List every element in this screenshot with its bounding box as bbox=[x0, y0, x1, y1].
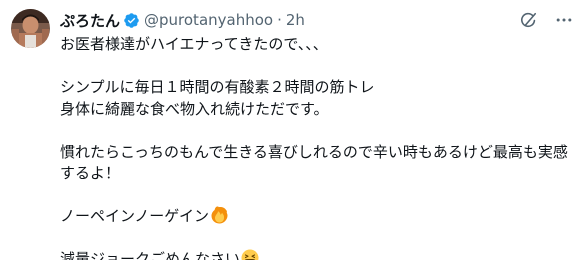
avatar[interactable] bbox=[11, 9, 50, 48]
tweet-line: 身体に綺麗な食べ物入れ続けただです。 bbox=[60, 99, 329, 118]
tweet-top-actions bbox=[518, 10, 574, 30]
tweet-text: お医者様達がハイエナってきたので、、、 シンプルに毎日１時間の有酸素２時間の筋ト… bbox=[60, 34, 572, 260]
tweet-line-with-emoji: 減量ジョークごめんなさい bbox=[60, 249, 572, 260]
fire-emoji bbox=[210, 206, 228, 224]
grinning-squinting-face-emoji bbox=[241, 249, 259, 260]
display-name[interactable]: ぷろたん bbox=[60, 10, 120, 31]
tweet: ぷろたん @purotanyahhoo · 2h お医者様達がハイエナってきたの… bbox=[0, 0, 582, 260]
verified-badge-icon bbox=[123, 12, 140, 29]
tweet-header: ぷろたん @purotanyahhoo · 2h bbox=[60, 9, 305, 31]
tweet-line-with-emoji: ノーペインノーゲイン bbox=[60, 206, 572, 228]
separator-dot: · bbox=[277, 11, 282, 29]
tweet-line: お医者様達がハイエナってきたので、、、 bbox=[60, 35, 328, 53]
tweet-line: シンプルに毎日１時間の有酸素２時間の筋トレ bbox=[60, 78, 375, 96]
tweet-line: 減量ジョークごめんなさい bbox=[60, 250, 241, 260]
timestamp[interactable]: 2h bbox=[286, 11, 305, 29]
more-horizontal-icon[interactable] bbox=[554, 10, 574, 30]
tweet-line: ノーペインノーゲイン bbox=[60, 207, 209, 225]
author-handle[interactable]: @purotanyahhoo bbox=[144, 11, 273, 29]
tweet-line: するよ！ bbox=[60, 164, 121, 182]
tweet-line: 慣れたらこっちのもんで生きる喜びしれるので辛い時もあるけど最高も実感 bbox=[60, 142, 568, 161]
grok-icon[interactable] bbox=[518, 10, 538, 30]
